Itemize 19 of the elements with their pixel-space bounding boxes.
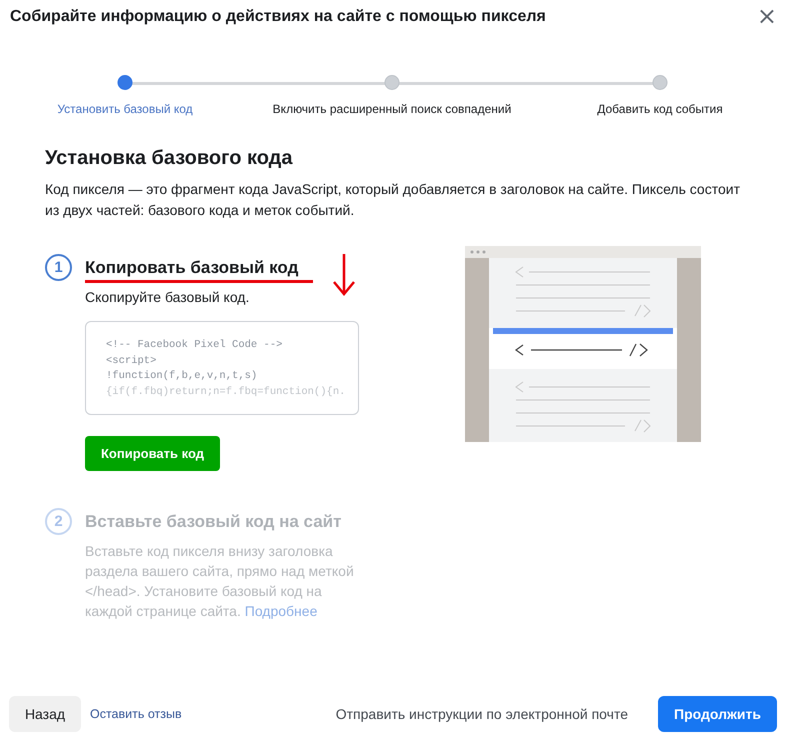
section-heading: Установка базового кода <box>45 147 294 170</box>
feedback-link[interactable]: Оставить отзыв <box>90 707 182 721</box>
step-number: 1 <box>45 254 72 281</box>
step-label: Добавить код события <box>597 102 723 116</box>
step-number: 2 <box>45 508 72 535</box>
copy-code-button[interactable]: Копировать код <box>85 436 220 471</box>
back-button[interactable]: Назад <box>9 696 81 732</box>
step-description: Вставьте код пикселя внизу заголовка раздела вашего сайта, прямо над меткой </head>. Установите базовый код на каждой странице сайта. Подробнее <box>85 542 355 621</box>
continue-button[interactable]: Продолжить <box>658 696 777 732</box>
step-title: Копировать базовый код <box>85 258 298 278</box>
step-label: Установить базовый код <box>57 102 193 116</box>
dialog-title: Собирайте информацию о действиях на сайте с помощью пикселя <box>10 8 546 26</box>
step-description: Скопируйте базовый код. <box>85 288 250 307</box>
step-label: Включить расширенный поиск совпадений <box>272 102 512 116</box>
step-title: Вставьте базовый код на сайт <box>85 512 342 532</box>
code-snippet: <!-- Facebook Pixel Code --> <script> !function(f,b,e,v,n,t,s) {if(f.fbq)return;n=f.fbq=function(){n. <box>85 321 359 415</box>
email-instructions-button[interactable]: Отправить инструкции по электронной почте <box>330 705 634 723</box>
section-description: Код пикселя — это фрагмент кода JavaScript, который добавляется в заголовок на сайте. Пиксель состоит из двух частей: базового кода и меток событий. <box>45 180 741 220</box>
arrow-icon <box>333 254 355 296</box>
